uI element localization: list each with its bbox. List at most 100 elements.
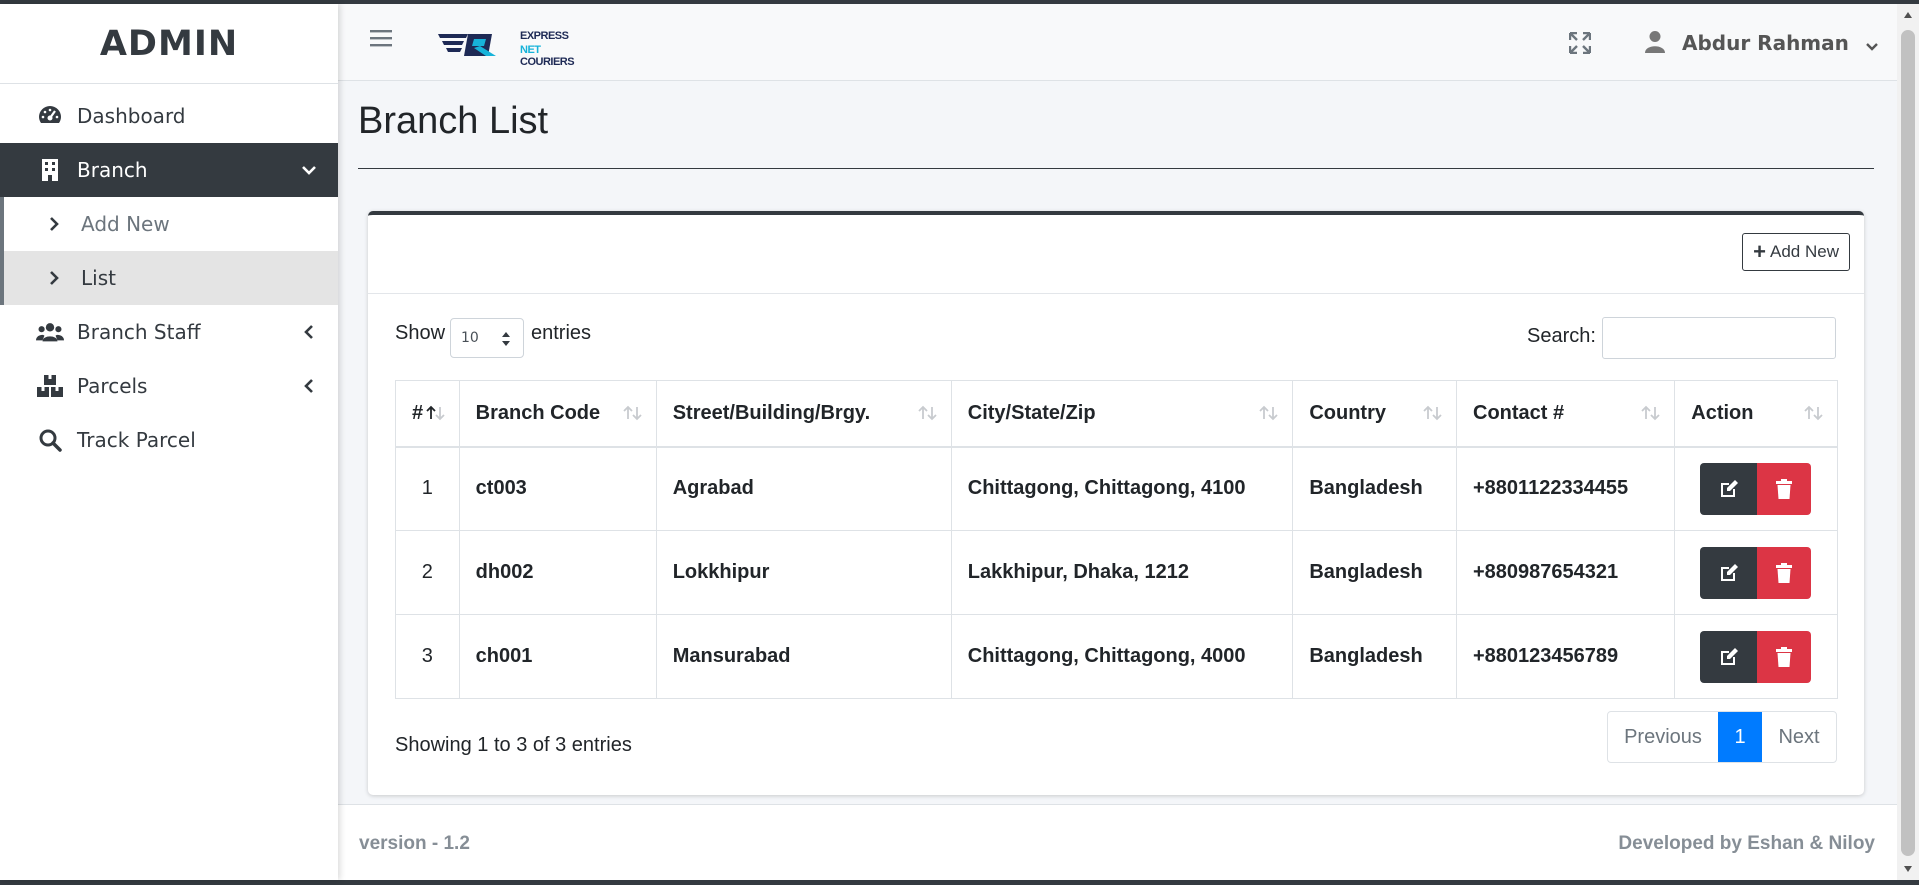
page-title: Branch List [358, 100, 549, 142]
user-icon [1644, 30, 1670, 56]
page-scrollbar[interactable] [1897, 4, 1919, 880]
edit-icon [1720, 479, 1738, 497]
table-row: 2 dh002 Lokkhipur Lakkhipur, Dhaka, 1212… [395, 530, 1838, 615]
sidebar-item-label: Branch Staff [77, 320, 201, 344]
table-row: 3 ch001 Mansurabad Chittagong, Chittagon… [395, 614, 1838, 699]
delete-button[interactable] [1757, 630, 1812, 683]
column-header-num[interactable]: # [395, 380, 460, 448]
column-header-action[interactable]: Action [1674, 380, 1838, 448]
company-logo[interactable]: EXPRESS NET COURIERS [438, 28, 588, 68]
entries-select-value: 10 [461, 330, 479, 346]
edit-button[interactable] [1700, 462, 1758, 515]
column-header-contact[interactable]: Contact # [1455, 380, 1676, 448]
action-buttons [1700, 630, 1821, 683]
trash-icon [1776, 646, 1793, 667]
developer-credit: Developed by Eshan & Niloy [1618, 833, 1875, 854]
entries-per-page-select[interactable]: 10 [450, 318, 524, 358]
sidebar-item-list[interactable]: List [0, 251, 338, 305]
edit-button[interactable] [1700, 630, 1758, 683]
scroll-up-arrow-icon[interactable] [1897, 4, 1919, 26]
chevron-left-icon [300, 323, 318, 341]
trash-icon [1776, 562, 1793, 583]
sidebar-item-add-new[interactable]: Add New [0, 197, 338, 251]
sidebar-item-parcels[interactable]: Parcels [0, 359, 338, 413]
card-header: + Add New [368, 215, 1864, 294]
sidebar-item-branch-staff[interactable]: Branch Staff [0, 305, 338, 359]
search-input[interactable] [1602, 317, 1836, 359]
pagination: Previous 1 Next [1607, 711, 1837, 763]
search-icon [36, 426, 64, 454]
cell-contact: +880123456789 [1455, 614, 1676, 699]
chevron-down-icon [1865, 35, 1881, 51]
cell-street: Agrabad [655, 446, 952, 531]
column-header-branch-code[interactable]: Branch Code [458, 380, 657, 448]
top-navbar: EXPRESS NET COURIERS Abdur Rahman [338, 4, 1897, 81]
sidebar-item-branch[interactable]: Branch [0, 143, 338, 197]
cell-city: Chittagong, Chittagong, 4100 [950, 446, 1294, 531]
cell-street: Mansurabad [655, 614, 952, 699]
column-label: Branch Code [475, 401, 601, 424]
sort-icon [1640, 404, 1662, 422]
cell-country: Bangladesh [1292, 614, 1457, 699]
sort-icon [622, 404, 644, 422]
select-updown-icon [501, 331, 511, 347]
chevron-left-icon [300, 377, 318, 395]
cell-num: 3 [395, 614, 460, 699]
edit-icon [1720, 647, 1738, 665]
user-name: Abdur Rahman [1682, 31, 1849, 55]
trash-icon [1776, 478, 1793, 499]
cell-num: 2 [395, 530, 460, 615]
cell-country: Bangladesh [1292, 530, 1457, 615]
cell-city: Chittagong, Chittagong, 4000 [950, 614, 1294, 699]
footer: version - 1.2 Developed by Eshan & Niloy [338, 804, 1897, 881]
pagination-previous[interactable]: Previous [1608, 712, 1718, 762]
column-label: Contact # [1473, 401, 1565, 424]
hamburger-menu-icon[interactable] [370, 28, 394, 52]
pagination-next[interactable]: Next [1762, 712, 1836, 762]
brand-title[interactable]: ADMIN [0, 4, 338, 84]
scroll-down-arrow-icon[interactable] [1897, 858, 1919, 880]
scroll-thumb[interactable] [1901, 30, 1915, 856]
sidebar-item-label: List [81, 266, 116, 290]
show-label: Show [395, 322, 446, 344]
cell-contact: +8801122334455 [1455, 446, 1676, 531]
sidebar-item-label: Branch [77, 158, 148, 182]
column-label: City/State/Zip [967, 401, 1096, 424]
chevron-right-icon [40, 264, 68, 292]
table-info: Showing 1 to 3 of 3 entries [395, 734, 632, 756]
column-header-city[interactable]: City/State/Zip [950, 380, 1294, 448]
fullscreen-expand-icon[interactable] [1568, 31, 1593, 56]
sidebar-item-label: Dashboard [77, 104, 186, 128]
delete-button[interactable] [1757, 546, 1812, 599]
add-new-button[interactable]: + Add New [1742, 233, 1850, 271]
column-header-street[interactable]: Street/Building/Brgy. [655, 380, 952, 448]
chevron-right-icon [40, 210, 68, 238]
column-label: Country [1309, 401, 1386, 424]
pagination-page-1[interactable]: 1 [1718, 712, 1762, 762]
add-new-label: Add New [1770, 242, 1839, 261]
user-menu[interactable]: Abdur Rahman [1644, 26, 1881, 60]
bottom-border [0, 880, 1919, 885]
sort-icon [1422, 404, 1444, 422]
cell-country: Bangladesh [1292, 446, 1457, 531]
delete-button[interactable] [1757, 462, 1812, 515]
cell-branch-code: ch001 [458, 614, 657, 699]
column-header-country[interactable]: Country [1292, 380, 1457, 448]
plus-icon: + [1753, 239, 1767, 264]
sidebar-item-label: Add New [81, 212, 170, 236]
table-row: 1 ct003 Agrabad Chittagong, Chittagong, … [395, 446, 1838, 531]
edit-icon [1720, 563, 1738, 581]
logo-text-net: NET [520, 44, 541, 56]
tachometer-icon [36, 102, 64, 130]
logo-text-couriers-word: COURIERS [520, 56, 575, 68]
logo-text-couriers: NET COURIERS [520, 44, 588, 68]
sidebar-item-track-parcel[interactable]: Track Parcel [0, 413, 338, 467]
cell-street: Lokkhipur [655, 530, 952, 615]
edit-button[interactable] [1700, 546, 1758, 599]
column-label: Street/Building/Brgy. [672, 401, 871, 424]
branch-table: # Branch Code Street/Building/Brgy. City… [395, 380, 1838, 699]
sidebar: ADMIN Dashboard Branch Add New List Bran… [0, 4, 338, 880]
sort-icon [1258, 404, 1280, 422]
building-icon [36, 156, 64, 184]
sidebar-item-dashboard[interactable]: Dashboard [0, 89, 338, 143]
